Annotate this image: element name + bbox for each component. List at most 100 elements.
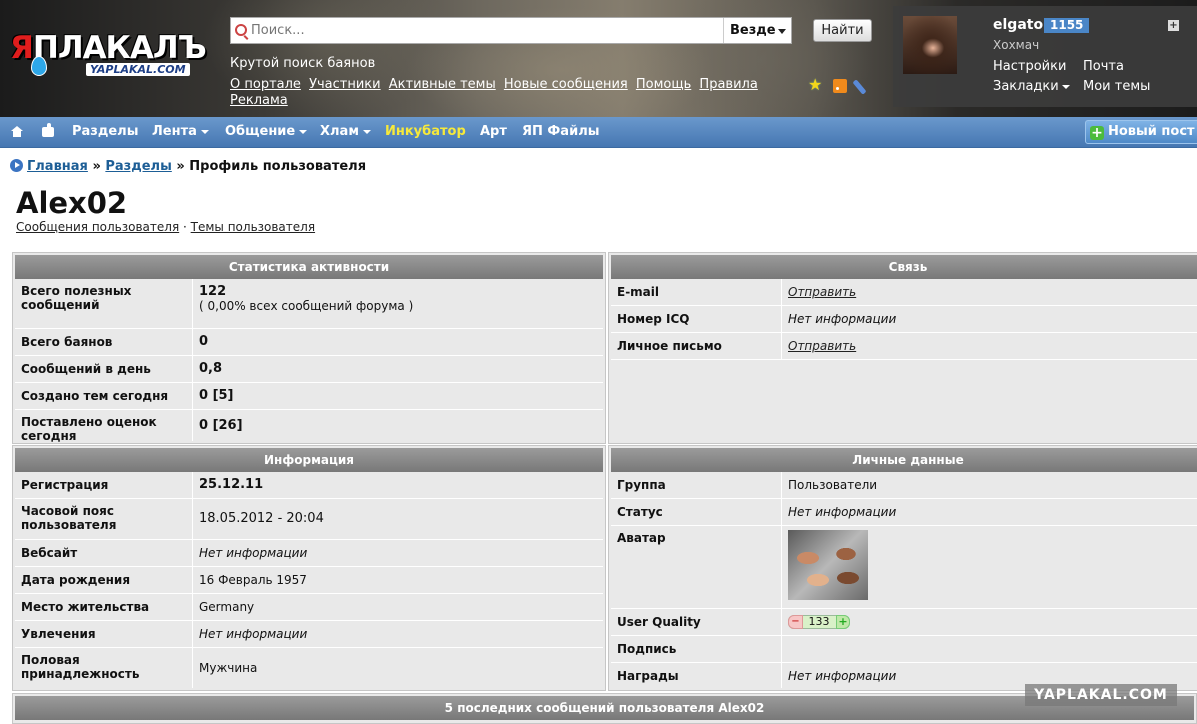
search-scope-label: Везде: [730, 23, 776, 38]
search-button[interactable]: Найти: [813, 19, 872, 42]
table-row: Вебсайт Нет информации: [15, 540, 603, 567]
table-row: Всего полезных сообщений 122( 0,00% всех…: [15, 279, 603, 329]
rss-icon[interactable]: [833, 79, 847, 93]
table-row: Сообщений в день 0,8: [15, 356, 603, 383]
breadcrumb-home[interactable]: Главная: [27, 159, 88, 174]
top-links: О портале Участники Активные темы Новые …: [230, 77, 790, 109]
watermark: YAPLAKAL.COM: [1025, 684, 1177, 706]
row-value: 0 [5]: [199, 388, 234, 403]
user-topics-link[interactable]: Темы пользователя: [191, 220, 315, 234]
nav-feed[interactable]: Лента: [152, 117, 209, 147]
row-value: Мужчина: [199, 661, 258, 675]
link-new-posts[interactable]: Новые сообщения: [504, 77, 628, 92]
row-label: Всего баянов: [15, 329, 193, 355]
plus-icon[interactable]: +: [1168, 20, 1179, 31]
chevron-down-icon: [1061, 84, 1070, 89]
chevron-down-icon: [778, 29, 786, 34]
new-post-label: Новый пост: [1108, 124, 1195, 139]
send-pm-link[interactable]: Отправить: [788, 339, 856, 353]
settings-link[interactable]: Настройки: [993, 59, 1066, 74]
row-label: Всего полезных сообщений: [15, 279, 193, 328]
stats-panel-title: Статистика активности: [15, 255, 603, 279]
info-panel-title: Информация: [15, 448, 603, 472]
send-email-link[interactable]: Отправить: [788, 285, 856, 299]
mail-link[interactable]: Почта: [1083, 59, 1124, 74]
bullet-icon: [10, 159, 23, 172]
row-value: 18.05.2012 - 20:04: [199, 511, 324, 526]
row-value: 25.12.11: [199, 477, 264, 492]
info-panel: Информация Регистрация 25.12.11 Часовой …: [12, 445, 606, 691]
separator-dot: ·: [183, 220, 187, 234]
search-input[interactable]: [251, 21, 721, 40]
bookmarks-menu[interactable]: Закладки: [993, 79, 1070, 94]
my-topics-link[interactable]: Мои темы: [1083, 79, 1150, 94]
nav-feed-label: Лента: [152, 124, 197, 139]
row-label: Статус: [611, 499, 782, 525]
user-rank: Хохмач: [993, 38, 1040, 52]
logo-letter: Я: [10, 30, 34, 66]
row-value: 0 [26]: [199, 417, 243, 433]
plus-icon[interactable]: +: [836, 615, 850, 629]
link-about[interactable]: О портале: [230, 77, 301, 92]
table-row: Подпись: [611, 636, 1197, 663]
chevron-down-icon: [299, 129, 308, 134]
link-rules[interactable]: Правила: [699, 77, 757, 92]
row-value: − 133 +: [788, 609, 1197, 635]
row-label: Личное письмо: [611, 333, 782, 359]
row-value: Отправить: [788, 279, 1197, 305]
row-value: Нет информации: [199, 627, 308, 641]
table-row: Часовой пояс пользователя 18.05.2012 - 2…: [15, 499, 603, 540]
row-label: Увлечения: [15, 621, 193, 647]
user-quality-value: 133: [808, 615, 830, 628]
row-value: Нет информации: [199, 546, 308, 560]
last-posts-title: 5 последних сообщений пользователя Alex0…: [15, 696, 1194, 720]
tagline-link[interactable]: Крутой поиск баянов: [230, 56, 375, 71]
row-value: 122( 0,00% всех сообщений форума ): [199, 279, 603, 328]
user-posts-link[interactable]: Сообщения пользователя: [16, 220, 179, 234]
star-icon[interactable]: ★: [808, 75, 822, 94]
page-title: Alex02: [16, 186, 128, 220]
row-label: Сообщений в день: [15, 356, 193, 382]
link-active-topics[interactable]: Активные темы: [389, 77, 496, 92]
link-members[interactable]: Участники: [309, 77, 381, 92]
logo-text: ПЛАКАЛЪ: [32, 30, 207, 66]
contact-panel: Связь E-mail Отправить Номер ICQ Нет инф…: [608, 252, 1197, 444]
link-ads[interactable]: Реклама: [230, 93, 288, 108]
row-label: Часовой пояс пользователя: [15, 499, 193, 539]
nav-junk[interactable]: Хлам: [320, 117, 371, 147]
row-label: Вебсайт: [15, 540, 193, 566]
plus-icon: +: [1090, 125, 1104, 141]
pen-icon[interactable]: [852, 79, 867, 95]
row-label: Подпись: [611, 636, 782, 662]
link-help[interactable]: Помощь: [636, 77, 691, 92]
row-label: Регистрация: [15, 472, 193, 498]
user-count-badge: 1155: [1044, 18, 1090, 33]
nav-sections[interactable]: Разделы: [72, 117, 138, 147]
breadcrumb-sep: »: [92, 159, 101, 174]
user-panel: elgato 1155 Хохмач Настройки Почта Закла…: [893, 6, 1197, 107]
row-value: Нет информации: [788, 312, 897, 326]
row-value: 0,8: [199, 361, 223, 376]
row-label: Награды: [611, 663, 782, 688]
table-row: Половая принадлежность Мужчина: [15, 648, 603, 688]
main-nav: Разделы Лента Общение Хлам Инкубатор Арт…: [0, 117, 1197, 148]
row-value-note: ( 0,00% всех сообщений форума ): [199, 299, 414, 313]
nav-files[interactable]: ЯП Файлы: [522, 117, 599, 147]
new-post-button[interactable]: + Новый пост: [1085, 120, 1197, 144]
nav-art[interactable]: Арт: [480, 117, 507, 147]
user-avatar[interactable]: [903, 16, 957, 74]
site-logo[interactable]: ЯПЛАКАЛЪ YAPLAKAL.COM: [10, 30, 210, 82]
minus-icon[interactable]: −: [788, 615, 803, 629]
row-label: Аватар: [611, 526, 782, 608]
contact-panel-title: Связь: [611, 255, 1197, 279]
table-row: Аватар: [611, 526, 1197, 609]
table-row: Дата рождения 16 Февраль 1957: [15, 567, 603, 594]
chevron-down-icon: [200, 129, 209, 134]
search-scope-select[interactable]: Везде: [723, 18, 791, 43]
personal-panel-title: Личные данные: [611, 448, 1197, 472]
nav-communication[interactable]: Общение: [225, 117, 308, 147]
user-name[interactable]: elgato: [993, 17, 1043, 33]
table-row: E-mail Отправить: [611, 279, 1197, 306]
breadcrumb-sections[interactable]: Разделы: [105, 159, 171, 174]
nav-incubator[interactable]: Инкубатор: [385, 117, 466, 147]
